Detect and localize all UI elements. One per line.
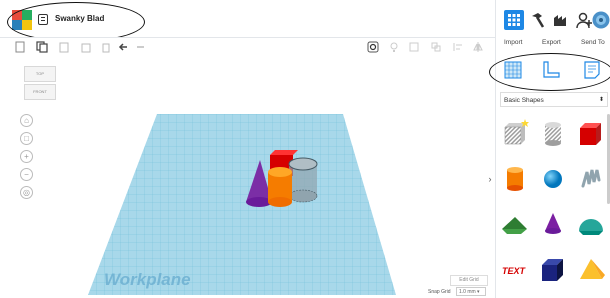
light-bulb-icon[interactable] xyxy=(388,41,400,53)
text-shape-label: TEXT xyxy=(502,266,527,276)
align-icon[interactable] xyxy=(452,41,464,53)
import-button[interactable]: Import xyxy=(504,39,522,46)
cylinder-shape[interactable] xyxy=(499,162,531,194)
blocks-icon[interactable] xyxy=(551,10,571,30)
snap-grid-label: Snap Grid xyxy=(428,289,451,295)
export-button[interactable]: Export xyxy=(542,39,561,46)
hammer-icon[interactable] xyxy=(528,10,548,30)
delete-icon[interactable] xyxy=(100,41,112,53)
polygon-box-shape[interactable] xyxy=(537,253,569,285)
round-roof-shape[interactable] xyxy=(575,207,607,239)
new-shape-icon[interactable] xyxy=(14,41,26,53)
cone-shape[interactable] xyxy=(537,207,569,239)
undo-icon[interactable] xyxy=(118,41,130,53)
redo-icon[interactable] xyxy=(134,41,146,53)
mirror-icon[interactable] xyxy=(472,41,484,53)
box-striped-shape[interactable] xyxy=(499,117,531,149)
visibility-icon[interactable] xyxy=(367,41,379,53)
shape-library-dropdown[interactable]: Basic Shapes ⬍ xyxy=(500,92,608,107)
annotation-ellipse-title xyxy=(7,2,145,42)
avatar-icon[interactable] xyxy=(592,11,610,29)
roof-shape[interactable] xyxy=(499,207,531,239)
scribble-shape[interactable] xyxy=(575,162,607,194)
scene-shapes[interactable] xyxy=(240,150,330,215)
red-box-top xyxy=(270,150,298,155)
duplicate-icon[interactable] xyxy=(80,41,92,53)
group-icon[interactable] xyxy=(408,41,420,53)
edit-toolbar xyxy=(0,37,495,59)
snap-grid-select[interactable]: 1.0 mm ▾ xyxy=(456,287,486,296)
copy-icon[interactable] xyxy=(36,41,48,53)
grid-view-icon[interactable] xyxy=(504,10,524,30)
cylinder-striped-shape[interactable] xyxy=(537,117,569,149)
chevron-updown-icon: ⬍ xyxy=(598,97,604,103)
send-to-button[interactable]: Send To xyxy=(581,39,605,46)
paste-icon[interactable] xyxy=(58,41,70,53)
workplane-label: Workplane xyxy=(104,270,191,289)
edit-grid-button[interactable]: Edit Grid xyxy=(450,275,488,286)
text-shape[interactable]: TEXT xyxy=(499,253,531,285)
annotation-ellipse-panel-tools xyxy=(489,53,610,91)
collapse-panel-chevron-icon[interactable]: › xyxy=(485,170,495,188)
box-shape[interactable] xyxy=(575,117,607,149)
pyramid-shape[interactable] xyxy=(575,253,607,285)
shape-library-value: Basic Shapes xyxy=(504,97,544,104)
sphere-shape[interactable] xyxy=(537,162,569,194)
ungroup-icon[interactable] xyxy=(430,41,442,53)
